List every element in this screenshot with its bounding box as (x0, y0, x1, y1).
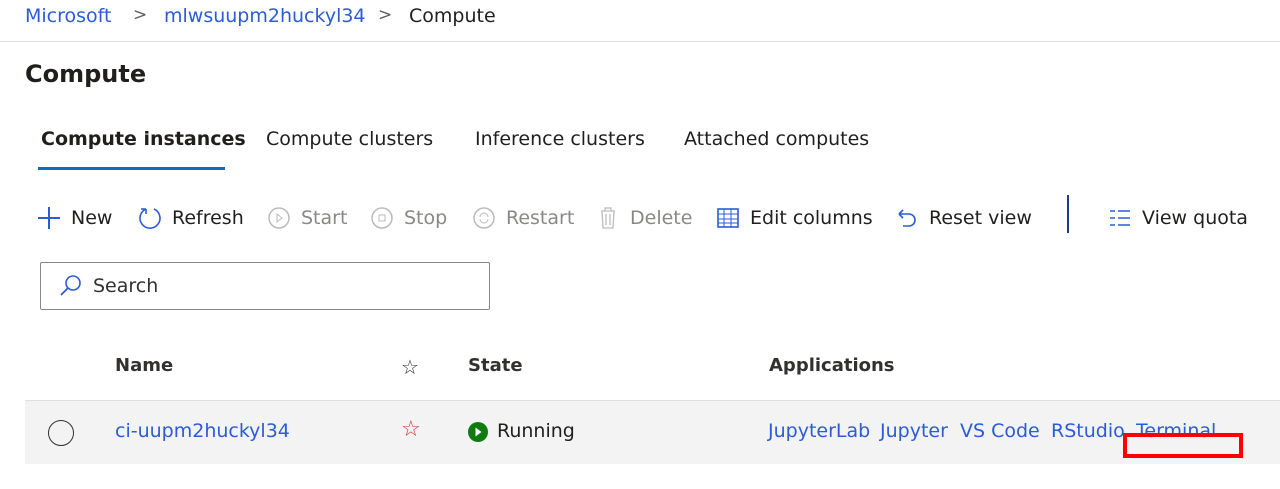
view-quota-button[interactable]: View quota (1108, 206, 1248, 230)
active-tab-indicator (38, 167, 225, 170)
favorite-star-icon[interactable]: ☆ (401, 417, 421, 442)
start-label: Start (301, 207, 348, 229)
column-header-applications[interactable]: Applications (769, 355, 895, 376)
app-jupyter-link[interactable]: Jupyter (880, 420, 948, 442)
search-icon (60, 275, 81, 296)
edit-columns-label: Edit columns (750, 207, 873, 229)
row-select-radio[interactable] (48, 420, 74, 446)
chevron-right-icon: > (133, 5, 148, 25)
state-value: Running (497, 420, 575, 442)
refresh-button[interactable]: Refresh (138, 206, 244, 230)
table-icon (717, 208, 739, 228)
edit-columns-button[interactable]: Edit columns (716, 206, 873, 230)
restart-button[interactable]: Restart (472, 206, 574, 230)
app-rstudio-link[interactable]: RStudio (1051, 420, 1125, 442)
breadcrumb-microsoft[interactable]: Microsoft (25, 5, 111, 27)
restart-label: Restart (506, 207, 575, 229)
app-jupyterlab-link[interactable]: JupyterLab (768, 420, 870, 442)
new-label: New (71, 207, 113, 229)
delete-button[interactable]: Delete (596, 206, 692, 230)
highlight-box (1123, 433, 1243, 458)
refresh-label: Refresh (172, 207, 244, 229)
page-title: Compute (25, 60, 147, 88)
list-icon (1110, 210, 1130, 226)
search-input[interactable]: Search (40, 262, 490, 310)
delete-label: Delete (630, 207, 693, 229)
breadcrumb-current: Compute (409, 5, 496, 27)
column-header-name[interactable]: Name (115, 355, 173, 376)
view-quota-label: View quota (1142, 207, 1248, 229)
chevron-right-icon: > (378, 5, 393, 25)
trash-icon (601, 207, 615, 229)
start-button[interactable]: Start (267, 206, 347, 230)
tab-inference-clusters[interactable]: Inference clusters (475, 128, 645, 150)
search-placeholder: Search (93, 275, 159, 297)
reset-view-label: Reset view (929, 207, 1032, 229)
column-header-state[interactable]: State (468, 355, 523, 376)
tab-attached-computes[interactable]: Attached computes (684, 128, 869, 150)
tab-compute-instances[interactable]: Compute instances (41, 128, 246, 150)
play-icon (268, 207, 290, 229)
reset-view-button[interactable]: Reset view (895, 206, 1032, 230)
stop-icon (371, 207, 393, 229)
stop-button[interactable]: Stop (370, 206, 447, 230)
divider (0, 41, 1280, 42)
toolbar-separator (1067, 195, 1069, 233)
running-status-icon (468, 422, 488, 442)
restart-icon (473, 207, 495, 229)
app-vscode-link[interactable]: VS Code (960, 420, 1040, 442)
breadcrumb-workspace[interactable]: mlwsuupm2huckyl34 (164, 5, 366, 27)
refresh-icon (139, 208, 161, 229)
star-icon[interactable]: ☆ (401, 355, 419, 379)
compute-name-link[interactable]: ci-uupm2huckyl34 (115, 420, 290, 442)
tab-compute-clusters[interactable]: Compute clusters (266, 128, 433, 150)
undo-icon (898, 209, 916, 227)
stop-label: Stop (404, 207, 448, 229)
new-button[interactable]: New (37, 206, 112, 230)
plus-icon (38, 207, 60, 229)
